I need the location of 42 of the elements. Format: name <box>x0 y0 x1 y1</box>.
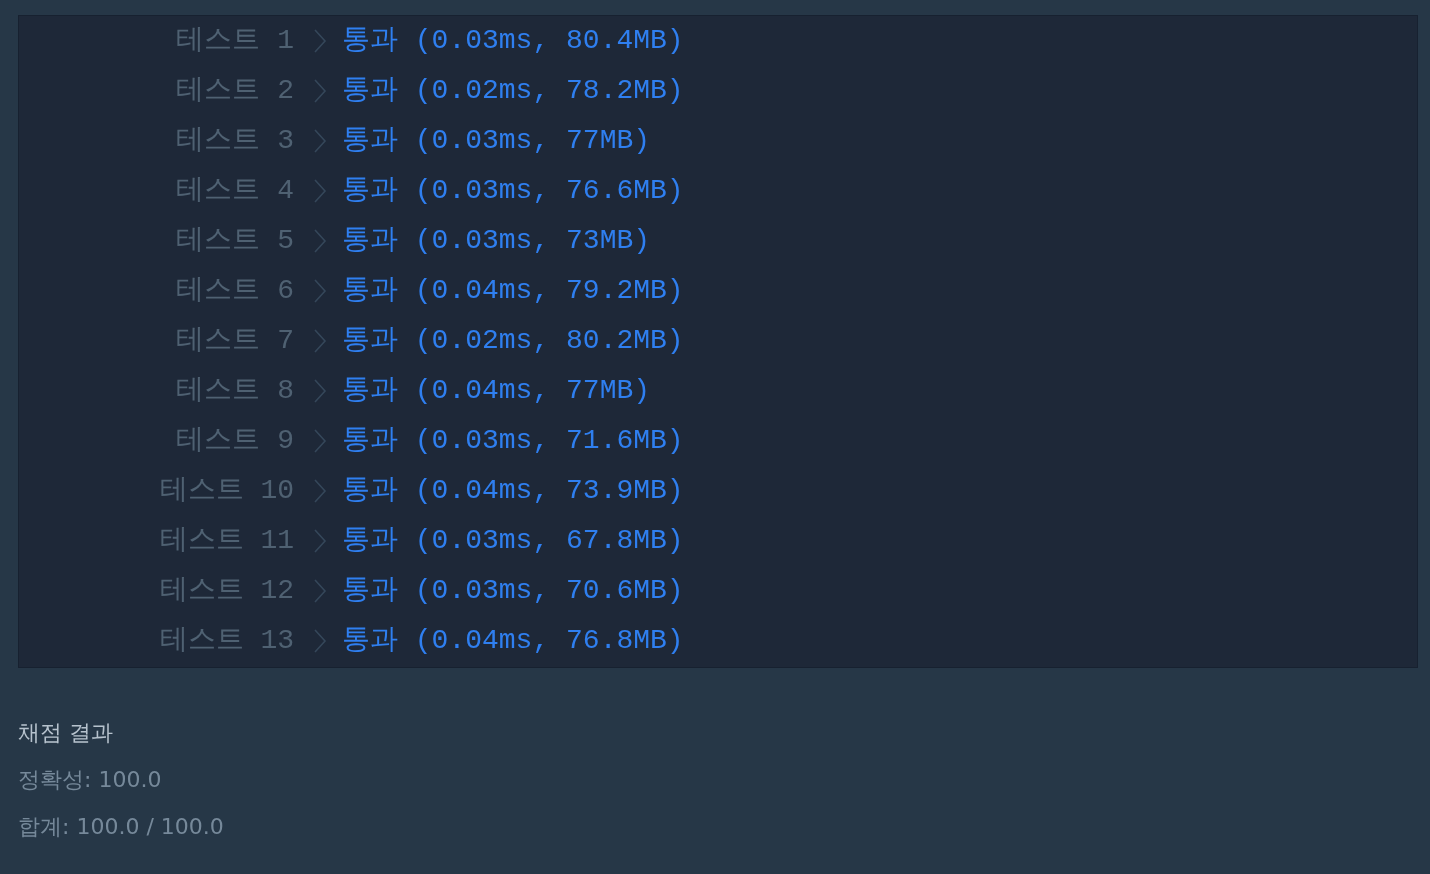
test-result: 통과 (0.04ms, 77MB) <box>342 374 651 408</box>
chevron-icon <box>312 378 328 404</box>
test-label: 테스트 9 <box>175 424 294 458</box>
test-result: 통과 (0.03ms, 80.4MB) <box>342 24 684 58</box>
test-result: 통과 (0.03ms, 76.6MB) <box>342 174 684 208</box>
chevron-icon <box>312 78 328 104</box>
chevron-icon <box>312 478 328 504</box>
chevron-icon <box>312 178 328 204</box>
test-label: 테스트 7 <box>175 324 294 358</box>
test-result: 통과 (0.03ms, 67.8MB) <box>342 524 684 558</box>
test-label: 테스트 4 <box>175 174 294 208</box>
chevron-icon <box>312 328 328 354</box>
test-result: 통과 (0.03ms, 70.6MB) <box>342 574 684 608</box>
chevron-icon <box>312 578 328 604</box>
chevron-icon <box>312 278 328 304</box>
test-label: 테스트 8 <box>175 374 294 408</box>
score-text: 정확성: 100.0 <box>18 766 163 794</box>
test-result: 통과 (0.03ms, 71.6MB) <box>342 424 684 458</box>
test-label: 테스트 5 <box>175 224 294 258</box>
test-label: 테스트 3 <box>175 124 294 158</box>
test-result: 통과 (0.04ms, 79.2MB) <box>342 274 684 308</box>
test-label: 테스트 10 <box>158 474 294 508</box>
test-label: 테스트 12 <box>158 574 294 608</box>
section-title: 채점 결과 <box>18 719 114 747</box>
test-result: 통과 (0.03ms, 77MB) <box>342 124 651 158</box>
test-label: 테스트 2 <box>175 74 294 108</box>
test-result: 통과 (0.02ms, 80.2MB) <box>342 324 684 358</box>
chevron-icon <box>312 228 328 254</box>
test-result: 통과 (0.03ms, 73MB) <box>342 224 651 258</box>
test-result: 통과 (0.04ms, 76.8MB) <box>342 624 684 658</box>
test-result: 통과 (0.04ms, 73.9MB) <box>342 474 684 508</box>
test-label: 테스트 13 <box>158 624 294 658</box>
chevron-icon <box>312 28 328 54</box>
test-label: 테스트 11 <box>158 524 294 558</box>
test-label: 테스트 6 <box>175 274 294 308</box>
chevron-icon <box>312 528 328 554</box>
chevron-icon <box>312 128 328 154</box>
test-label: 테스트 1 <box>175 24 294 58</box>
score-text: 합계: 100.0 / 100.0 <box>18 813 225 841</box>
chevron-icon <box>312 628 328 654</box>
test-result: 통과 (0.02ms, 78.2MB) <box>342 74 684 108</box>
chevron-icon <box>312 428 328 454</box>
